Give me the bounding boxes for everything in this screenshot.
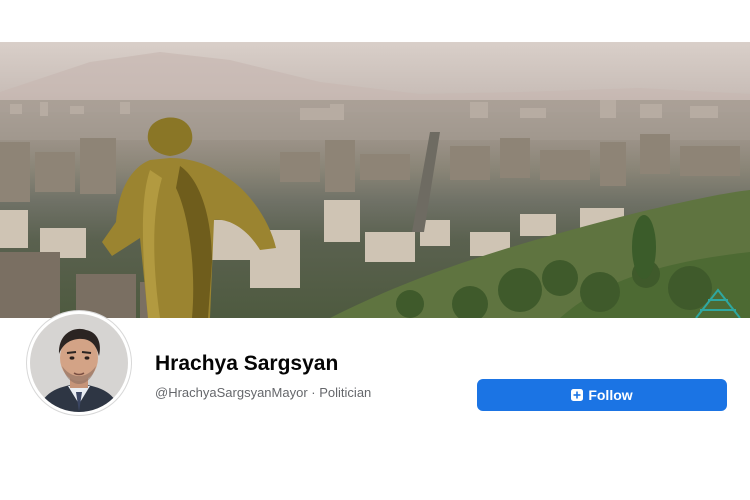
- profile-name: Hrachya Sargsyan: [155, 352, 339, 375]
- profile-avatar[interactable]: [27, 311, 131, 415]
- subtitle-separator: ·: [311, 385, 316, 400]
- cover-cityscape-image: [0, 52, 750, 318]
- profile-photo: [30, 314, 128, 412]
- profile-subtitle: @HrachyaSargsyanMayor · Politician: [155, 385, 371, 400]
- profile-category: Politician: [319, 385, 372, 400]
- follow-label: Follow: [588, 387, 633, 403]
- profile-handle: @HrachyaSargsyanMayor: [155, 385, 308, 400]
- follow-button[interactable]: Follow: [477, 379, 727, 411]
- follow-plus-icon: [571, 389, 584, 401]
- cover-photo[interactable]: [0, 42, 750, 318]
